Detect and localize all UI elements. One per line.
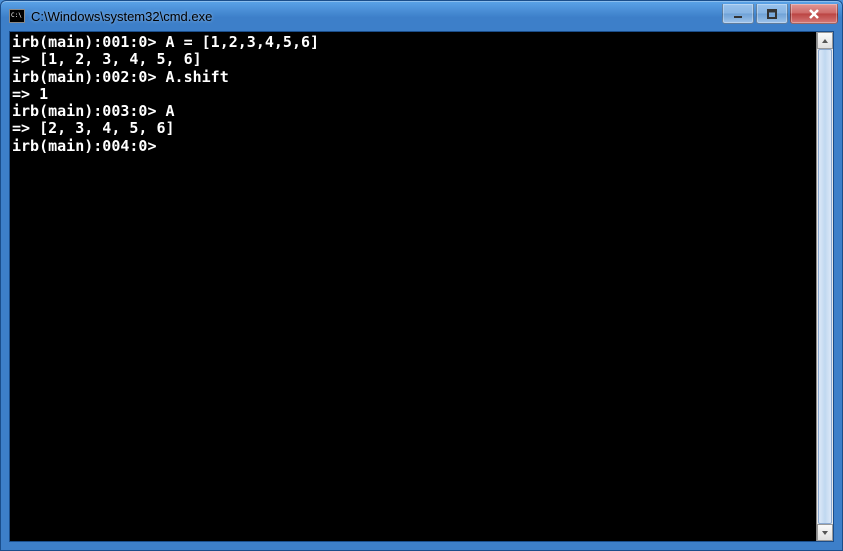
vertical-scrollbar[interactable] — [816, 32, 833, 541]
chevron-down-icon — [821, 530, 829, 536]
scroll-track[interactable] — [817, 49, 833, 524]
close-button[interactable] — [790, 4, 838, 24]
chevron-up-icon — [821, 38, 829, 44]
terminal-line: => [2, 3, 4, 5, 6] — [12, 120, 816, 137]
maximize-icon — [767, 9, 777, 19]
titlebar[interactable]: C:\Windows\system32\cmd.exe — [1, 1, 842, 31]
terminal-line: => 1 — [12, 86, 816, 103]
minimize-button[interactable] — [722, 4, 754, 24]
window-controls — [722, 4, 838, 24]
terminal-line: irb(main):003:0> A — [12, 103, 816, 120]
maximize-button[interactable] — [756, 4, 788, 24]
cmd-window: C:\Windows\system32\cmd.exe — [0, 0, 843, 551]
terminal-line: irb(main):004:0> — [12, 138, 816, 155]
cmd-icon — [9, 9, 25, 23]
scroll-thumb[interactable] — [818, 49, 832, 524]
terminal-output[interactable]: irb(main):001:0> A = [1,2,3,4,5,6]=> [1,… — [10, 32, 816, 541]
terminal-line: irb(main):002:0> A.shift — [12, 69, 816, 86]
minimize-icon — [733, 9, 743, 19]
scroll-down-button[interactable] — [817, 524, 833, 541]
terminal-line: irb(main):001:0> A = [1,2,3,4,5,6] — [12, 34, 816, 51]
close-icon — [808, 8, 820, 20]
window-title: C:\Windows\system32\cmd.exe — [31, 9, 722, 24]
content-wrapper: irb(main):001:0> A = [1,2,3,4,5,6]=> [1,… — [9, 31, 834, 542]
scroll-up-button[interactable] — [817, 32, 833, 49]
terminal-line: => [1, 2, 3, 4, 5, 6] — [12, 51, 816, 68]
